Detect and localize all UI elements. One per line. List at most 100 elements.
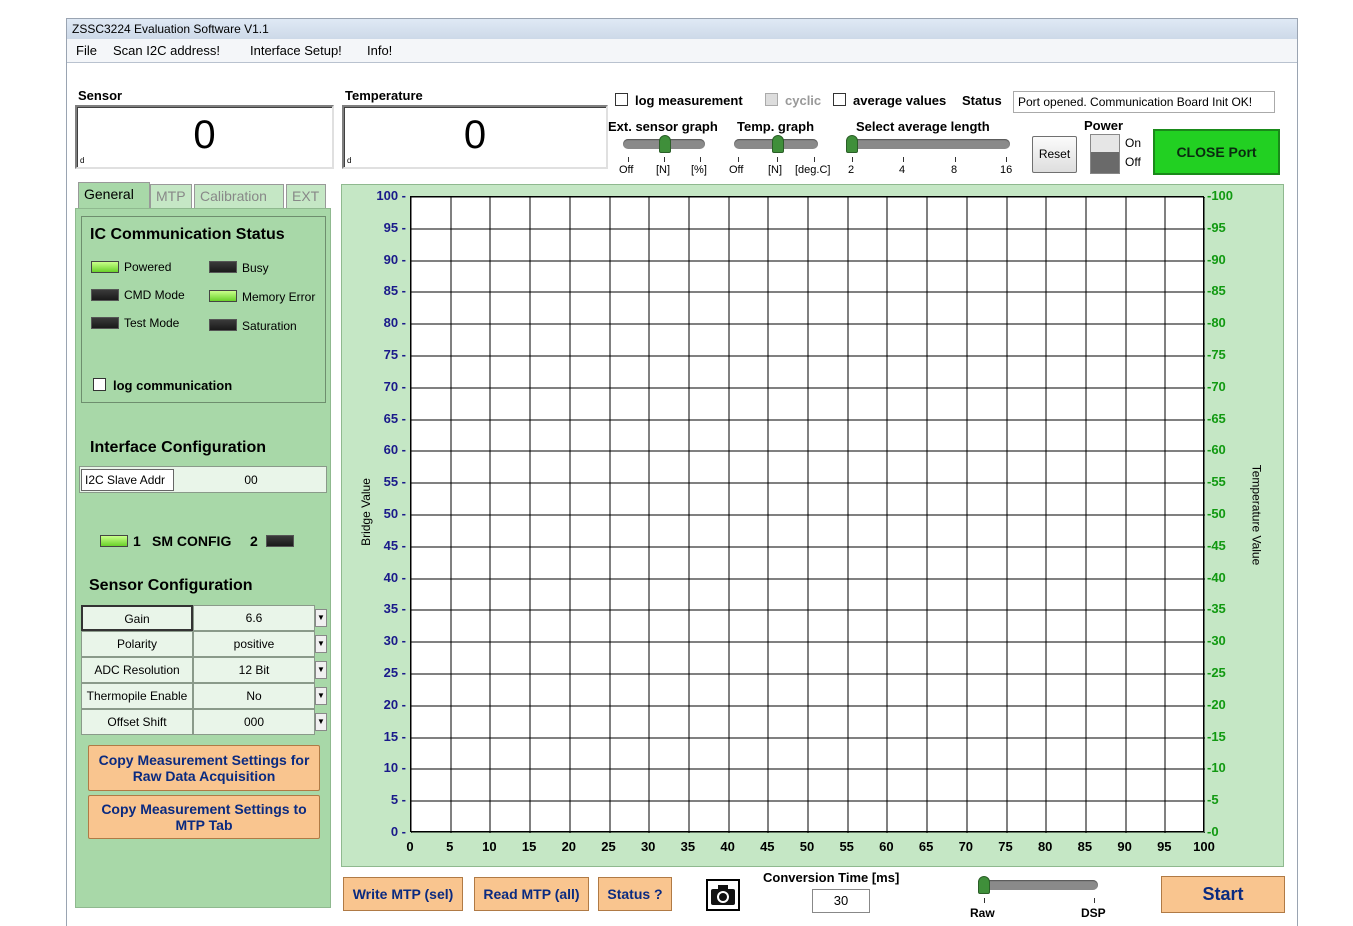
config-row-offset-shift: Offset Shift 000 ▼ xyxy=(81,709,327,735)
ext-tick-percent: [%] xyxy=(691,164,707,176)
ic-status-box xyxy=(81,216,326,403)
ext-tick-n: [N] xyxy=(656,164,671,176)
title-bar: ZSSC3224 Evaluation Software V1.1 xyxy=(67,19,1297,39)
power-label: Power xyxy=(1084,118,1124,133)
cmd-mode-led xyxy=(91,289,119,301)
camera-icon[interactable] xyxy=(706,879,740,911)
adc-resolution-dropdown-arrow[interactable]: ▼ xyxy=(315,661,327,679)
x-tick: 10 xyxy=(482,839,497,854)
x-tick: 40 xyxy=(720,839,735,854)
y-tick-right: -45 xyxy=(1207,537,1226,553)
ext-sensor-graph-thumb[interactable] xyxy=(659,135,671,153)
gain-dropdown-arrow[interactable]: ▼ xyxy=(315,609,327,627)
raw-dsp-slider[interactable] xyxy=(980,880,1098,890)
offset-shift-value[interactable]: 000 xyxy=(193,709,315,735)
tick xyxy=(738,157,739,162)
tab-general[interactable]: General xyxy=(78,182,150,208)
tab-calibration[interactable]: Calibration xyxy=(194,184,284,208)
x-tick: 25 xyxy=(601,839,616,854)
powered-label: Powered xyxy=(124,260,172,274)
saturation-label: Saturation xyxy=(242,319,297,333)
sm-config-2: 2 xyxy=(250,533,258,549)
polarity-dropdown-arrow[interactable]: ▼ xyxy=(315,635,327,653)
average-length-slider[interactable] xyxy=(848,139,1010,149)
x-tick: 55 xyxy=(839,839,854,854)
x-tick: 30 xyxy=(640,839,656,854)
slave-addr-value[interactable]: 00 xyxy=(178,469,324,491)
average-values-checkbox[interactable] xyxy=(833,93,846,106)
conversion-time-label: Conversion Time [ms] xyxy=(763,870,900,885)
thermopile-dropdown-arrow[interactable]: ▼ xyxy=(315,687,327,705)
y-tick-right: -55 xyxy=(1207,474,1226,490)
copy-mtp-settings-button[interactable]: Copy Measurement Settings to MTP Tab xyxy=(88,795,320,839)
powered-led xyxy=(91,261,119,273)
power-toggle[interactable] xyxy=(1090,134,1120,174)
log-measurement-label: log measurement xyxy=(635,93,743,108)
average-values-label: average values xyxy=(853,93,947,108)
gain-value[interactable]: 6.6 xyxy=(193,605,315,631)
gain-label: Gain xyxy=(81,605,193,631)
copy-raw-settings-button[interactable]: Copy Measurement Settings for Raw Data A… xyxy=(88,745,320,791)
menu-file[interactable]: File xyxy=(76,43,97,58)
sensor-config-title: Sensor Configuration xyxy=(89,577,253,594)
plot-area xyxy=(410,196,1205,833)
temp-graph-thumb[interactable] xyxy=(772,135,784,153)
menu-interface-setup[interactable]: Interface Setup! xyxy=(250,43,342,58)
y-tick-left: 40 - xyxy=(383,569,406,585)
log-communication-checkbox[interactable] xyxy=(93,378,106,391)
y-tick-right: -30 xyxy=(1207,633,1226,649)
y-tick-right: -20 xyxy=(1207,696,1226,712)
cmd-mode-label: CMD Mode xyxy=(124,288,185,302)
sm-config-led-1 xyxy=(100,535,128,547)
status-label: Status xyxy=(962,93,1002,108)
status-button[interactable]: Status ? xyxy=(598,877,672,911)
raw-dsp-thumb[interactable] xyxy=(978,876,990,894)
read-mtp-button[interactable]: Read MTP (all) xyxy=(474,877,589,911)
close-port-button[interactable]: CLOSE Port xyxy=(1153,129,1280,175)
config-row-polarity: Polarity positive ▼ xyxy=(81,631,327,657)
x-tick: 100 xyxy=(1193,839,1215,854)
temp-graph-label: Temp. graph xyxy=(737,119,815,134)
polarity-label: Polarity xyxy=(81,631,193,657)
y-tick-left: 35 - xyxy=(383,601,406,617)
cyclic-checkbox xyxy=(765,93,778,106)
conversion-time-input[interactable]: 30 xyxy=(812,889,870,913)
y-tick-right: -90 xyxy=(1207,251,1226,267)
y-tick-left: 100 - xyxy=(376,188,406,203)
y-tick-left: 75 - xyxy=(383,347,406,362)
temperature-value-axis-label: Temperature Value xyxy=(1249,464,1264,566)
polarity-value[interactable]: positive xyxy=(193,631,315,657)
adc-resolution-label: ADC Resolution xyxy=(81,657,193,683)
log-measurement-checkbox[interactable] xyxy=(615,93,628,106)
write-mtp-button[interactable]: Write MTP (sel) xyxy=(343,877,463,911)
window-title: ZSSC3224 Evaluation Software V1.1 xyxy=(72,22,269,36)
menu-bar: File Scan I2C address! Interface Setup! … xyxy=(67,39,1297,63)
sm-config-label: SM CONFIG xyxy=(152,533,232,549)
x-tick: 85 xyxy=(1077,839,1093,854)
tick xyxy=(903,157,904,162)
sm-config-led-2 xyxy=(266,535,294,547)
thermopile-value[interactable]: No xyxy=(193,683,315,709)
avg-tick-4: 4 xyxy=(899,164,906,176)
menu-scan-i2c[interactable]: Scan I2C address! xyxy=(113,43,220,58)
power-off-label: Off xyxy=(1125,155,1141,169)
y-tick-right: -5 xyxy=(1207,792,1219,808)
tab-ext[interactable]: EXT xyxy=(286,184,326,208)
menu-info[interactable]: Info! xyxy=(367,43,392,58)
thermopile-label: Thermopile Enable xyxy=(81,683,193,709)
y-tick-left: 0 - xyxy=(390,824,406,839)
offset-shift-dropdown-arrow[interactable]: ▼ xyxy=(315,713,327,731)
start-button[interactable]: Start xyxy=(1161,876,1285,913)
sm-config-1: 1 xyxy=(133,533,141,549)
average-length-thumb[interactable] xyxy=(846,135,858,153)
tab-mtp[interactable]: MTP xyxy=(150,184,192,208)
tick xyxy=(1094,898,1095,903)
reset-button[interactable]: Reset xyxy=(1032,136,1077,173)
test-mode-label: Test Mode xyxy=(124,316,180,330)
y-tick-left: 60 - xyxy=(383,442,406,458)
x-tick: 75 xyxy=(998,839,1013,854)
adc-resolution-value[interactable]: 12 Bit xyxy=(193,657,315,683)
tick xyxy=(700,157,701,162)
busy-label: Busy xyxy=(242,261,269,275)
x-tick: 60 xyxy=(879,839,894,854)
